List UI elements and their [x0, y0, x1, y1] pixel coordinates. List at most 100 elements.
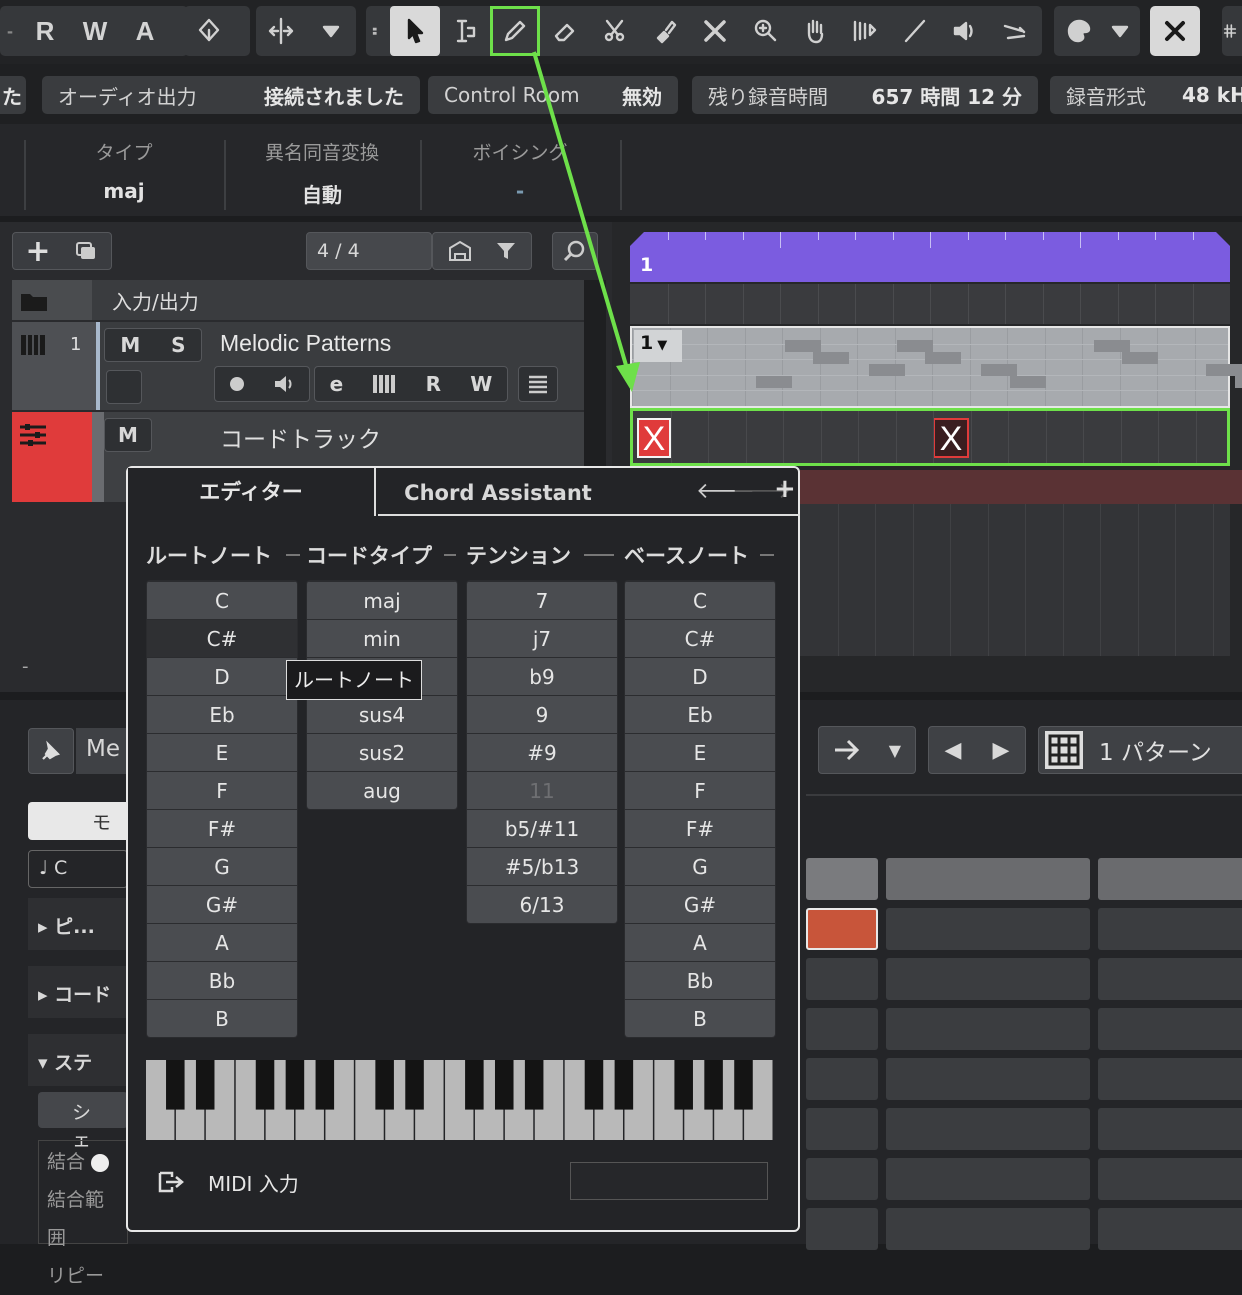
section-step[interactable]: ▾ ステ [28, 1034, 128, 1086]
tensions-option[interactable]: b9 [467, 657, 617, 695]
step-cell[interactable] [886, 908, 1090, 950]
header-bass-note: ベースノート [624, 540, 749, 570]
tab-editor[interactable]: エディター [128, 468, 376, 516]
pattern-nav: ◀ ▶ [928, 726, 1026, 774]
root-notes-option[interactable]: F [147, 771, 297, 809]
bass-notes-option[interactable]: B [625, 999, 775, 1037]
step-cell[interactable] [1098, 858, 1242, 900]
tensions-option[interactable]: 7 [467, 581, 617, 619]
bass-notes-option[interactable]: C# [625, 619, 775, 657]
black-key[interactable] [674, 1060, 693, 1110]
header-tension: テンション [466, 540, 571, 570]
step-cell[interactable] [806, 1058, 878, 1100]
add-icon[interactable]: + [774, 474, 796, 504]
chord-keyboard[interactable] [146, 1060, 774, 1140]
midi-input-label: MIDI 入力 [208, 1168, 299, 1197]
root-notes-option[interactable]: C [147, 581, 297, 619]
section-pitch[interactable]: ▸ ピ... [28, 898, 128, 950]
arrow-right-icon [833, 738, 861, 762]
root-notes-option[interactable]: C# [147, 619, 297, 657]
bass-notes-option[interactable]: G [625, 847, 775, 885]
midi-input-field[interactable] [570, 1162, 768, 1200]
tensions-option[interactable]: #5/b13 [467, 847, 617, 885]
step-cell[interactable] [806, 1008, 878, 1050]
bass-notes-option[interactable]: C [625, 581, 775, 619]
step-cell[interactable] [1098, 1158, 1242, 1200]
chord-editor-popup: エディター Chord Assistant 🡐 🡒 + ルートノート コードタイ… [126, 466, 800, 1232]
root-notes-option[interactable]: G# [147, 885, 297, 923]
black-key[interactable] [375, 1060, 394, 1110]
root-notes-option[interactable]: D [147, 657, 297, 695]
tensions-option[interactable]: j7 [467, 619, 617, 657]
black-key[interactable] [196, 1060, 215, 1110]
black-key[interactable] [256, 1060, 275, 1110]
black-key[interactable] [704, 1060, 723, 1110]
tensions-option[interactable]: b5/#11 [467, 809, 617, 847]
step-cell[interactable] [806, 908, 878, 950]
bass-notes-option[interactable]: A [625, 923, 775, 961]
root-notes-option[interactable]: G [147, 847, 297, 885]
bass-notes-option[interactable]: D [625, 657, 775, 695]
black-key[interactable] [525, 1060, 544, 1110]
step-cell[interactable] [886, 958, 1090, 1000]
tensions-option[interactable]: #9 [467, 733, 617, 771]
section-chord[interactable]: ▸ コード [28, 966, 128, 1018]
tab-chord-assistant[interactable]: Chord Assistant [378, 468, 618, 514]
bass-notes-option[interactable]: Bb [625, 961, 775, 999]
pin-icon[interactable] [28, 728, 74, 774]
tooltip: ルートノート [286, 660, 422, 700]
header-chord-type: コードタイプ [306, 540, 432, 570]
step-cell[interactable] [1098, 1058, 1242, 1100]
prev-icon[interactable]: ◀ [945, 738, 962, 763]
chord-types-option[interactable]: sus4 [307, 695, 457, 733]
step-cell[interactable] [886, 858, 1090, 900]
tensions-option[interactable]: 11 [467, 771, 617, 809]
root-notes-option[interactable]: A [147, 923, 297, 961]
black-key[interactable] [465, 1060, 484, 1110]
step-cell[interactable] [886, 1158, 1090, 1200]
root-notes-option[interactable]: F# [147, 809, 297, 847]
step-cell[interactable] [806, 1158, 878, 1200]
direction-dropdown[interactable]: ▼ [818, 726, 916, 774]
root-notes-option[interactable]: E [147, 733, 297, 771]
step-cell[interactable] [1098, 908, 1242, 950]
black-key[interactable] [166, 1060, 185, 1110]
step-cell[interactable] [806, 1108, 878, 1150]
tensions-option[interactable]: 6/13 [467, 885, 617, 923]
bass-notes-option[interactable]: E [625, 733, 775, 771]
black-key[interactable] [316, 1060, 335, 1110]
tensions-option[interactable]: 9 [467, 695, 617, 733]
bass-notes-option[interactable]: F# [625, 809, 775, 847]
root-notes-option[interactable]: Bb [147, 961, 297, 999]
bass-notes-option[interactable]: G# [625, 885, 775, 923]
black-key[interactable] [495, 1060, 514, 1110]
chevron-down-icon: ▼ [889, 741, 901, 760]
pattern-selector[interactable]: 1 パターン [1038, 726, 1242, 774]
chord-types-option[interactable]: min [307, 619, 457, 657]
step-cell[interactable] [1098, 958, 1242, 1000]
step-cell[interactable] [886, 1108, 1090, 1150]
black-key[interactable] [615, 1060, 634, 1110]
next-icon[interactable]: ▶ [993, 738, 1010, 763]
root-note-column: CC#DEbEFF#GG#ABbB [146, 580, 298, 1038]
step-cell[interactable] [806, 858, 878, 900]
black-key[interactable] [286, 1060, 305, 1110]
bass-notes-option[interactable]: Eb [625, 695, 775, 733]
root-selector[interactable]: ♩ C [28, 850, 128, 888]
root-notes-option[interactable]: Eb [147, 695, 297, 733]
join-row[interactable]: 結合 [47, 1143, 119, 1181]
chord-types-option[interactable]: sus2 [307, 733, 457, 771]
step-cell[interactable] [886, 1058, 1090, 1100]
step-cell[interactable] [1098, 1108, 1242, 1150]
black-key[interactable] [405, 1060, 424, 1110]
pattern-grid-icon [1045, 731, 1083, 769]
step-cell[interactable] [1098, 1008, 1242, 1050]
black-key[interactable] [734, 1060, 753, 1110]
bass-notes-option[interactable]: F [625, 771, 775, 809]
root-notes-option[interactable]: B [147, 999, 297, 1037]
black-key[interactable] [585, 1060, 604, 1110]
step-cell[interactable] [886, 1008, 1090, 1050]
chord-types-option[interactable]: aug [307, 771, 457, 809]
step-cell[interactable] [806, 958, 878, 1000]
chord-types-option[interactable]: maj [307, 581, 457, 619]
